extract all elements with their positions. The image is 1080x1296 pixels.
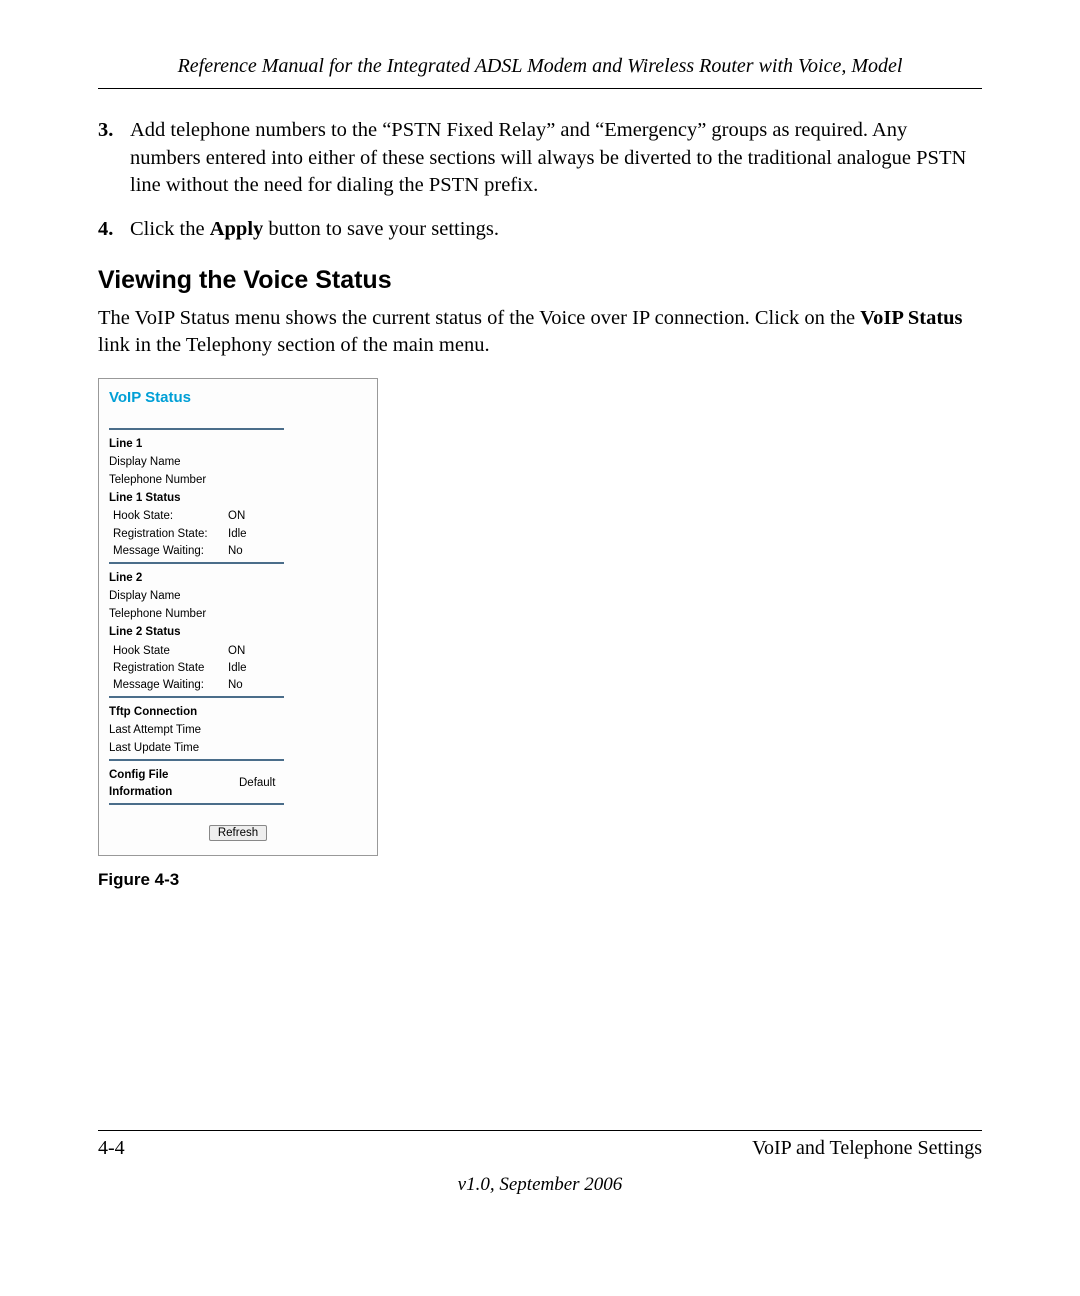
line1-hook-label: Hook State: [113,508,228,525]
refresh-button[interactable]: Refresh [209,825,267,841]
line2-display-name: Display Name [109,588,367,604]
list-item-3: 3. Add telephone numbers to the “PSTN Fi… [98,117,982,200]
panel-rule [109,759,284,761]
line1-msg-label: Message Waiting: [113,543,228,560]
config-label1: Config File [109,769,168,781]
para-pre: The VoIP Status menu shows the current s… [98,307,860,329]
config-value: Default [239,775,275,792]
tftp-block: Tftp Connection Last Attempt Time Last U… [109,704,367,756]
footer-page-number: 4-4 [98,1137,125,1160]
line1-telephone: Telephone Number [109,472,367,488]
line2-reg-label: Registration State [113,660,228,677]
voip-status-panel: VoIP Status Line 1 Display Name Telephon… [98,378,378,856]
line2-msg-value: No [228,677,243,694]
list-item-4: 4. Click the Apply button to save your s… [98,216,982,244]
panel-rule [109,696,284,698]
line2-msg-row: Message Waiting: No [113,677,367,694]
line2-hook-label: Hook State [113,643,228,660]
list-number-4: 4. [98,216,130,244]
line1-msg-row: Message Waiting: No [113,543,367,560]
footer-version: v1.0, September 2006 [98,1174,982,1196]
line2-status-heading: Line 2 Status [109,624,367,640]
tftp-heading: Tftp Connection [109,704,367,720]
item4-pre: Click the [130,218,210,240]
item4-bold: Apply [210,218,264,240]
line2-msg-label: Message Waiting: [113,677,228,694]
para-bold: VoIP Status [860,307,962,329]
tftp-last-attempt: Last Attempt Time [109,722,367,738]
line1-status-heading: Line 1 Status [109,490,367,506]
footer-section-title: VoIP and Telephone Settings [752,1137,982,1160]
panel-rule [109,562,284,564]
section-paragraph: The VoIP Status menu shows the current s… [98,305,982,360]
line2-block: Line 2 Display Name Telephone Number Lin… [109,570,367,694]
figure-caption: Figure 4-3 [98,870,982,890]
voip-panel-title: VoIP Status [109,389,367,406]
list-number-3: 3. [98,117,130,200]
panel-rule [109,428,284,430]
panel-rule [109,803,284,805]
config-row: Config File Information Default [109,767,367,802]
page-footer: 4-4 VoIP and Telephone Settings v1.0, Se… [98,1130,982,1196]
line2-telephone: Telephone Number [109,606,367,622]
line1-hook-value: ON [228,508,245,525]
line2-reg-value: Idle [228,660,247,677]
para-post: link in the Telephony section of the mai… [98,334,490,356]
line1-display-name: Display Name [109,454,367,470]
header-rule [98,88,982,89]
line1-reg-value: Idle [228,526,247,543]
tftp-last-update: Last Update Time [109,740,367,756]
config-label2: Information [109,786,172,798]
header-title: Reference Manual for the Integrated ADSL… [98,55,982,78]
line1-reg-label: Registration State: [113,526,228,543]
line2-heading: Line 2 [109,570,367,586]
line1-hook-row: Hook State: ON [113,508,367,525]
line2-hook-row: Hook State ON [113,643,367,660]
line2-reg-row: Registration State Idle [113,660,367,677]
line1-block: Line 1 Display Name Telephone Number Lin… [109,436,367,560]
line1-heading: Line 1 [109,436,367,452]
item4-post: button to save your settings. [263,218,499,240]
line1-reg-row: Registration State: Idle [113,526,367,543]
list-body-3: Add telephone numbers to the “PSTN Fixed… [130,117,982,200]
list-body-4: Click the Apply button to save your sett… [130,216,982,244]
section-heading: Viewing the Voice Status [98,266,982,295]
line1-msg-value: No [228,543,243,560]
footer-rule [98,1130,982,1131]
line2-hook-value: ON [228,643,245,660]
